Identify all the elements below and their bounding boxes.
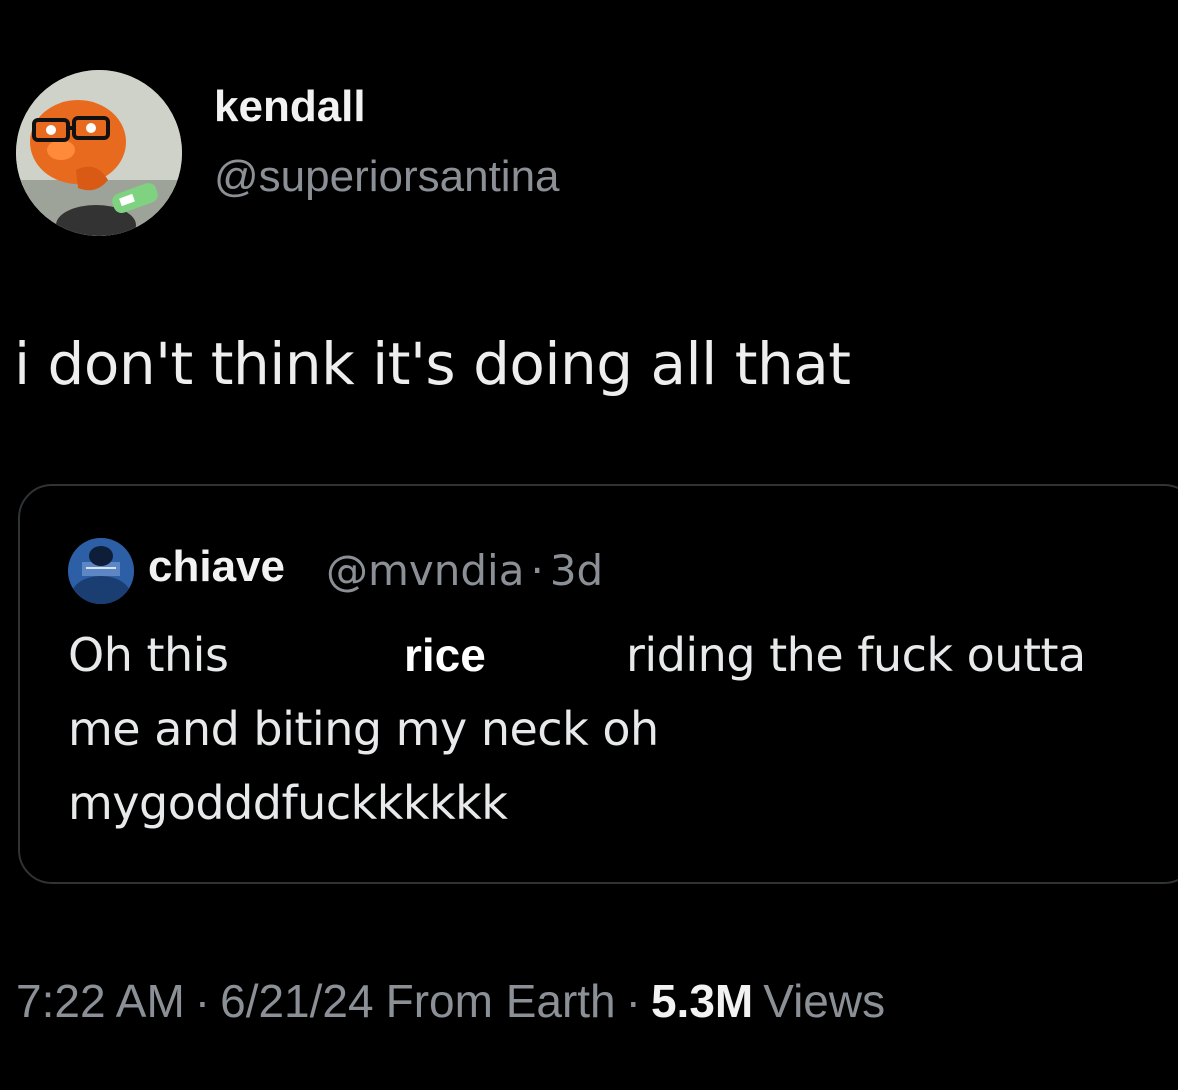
tweet-text: i don't think it's doing all that <box>14 330 851 398</box>
footer-separator: · <box>194 975 211 1027</box>
author-name[interactable]: kendall <box>214 82 366 132</box>
quoted-text-line-2: me and biting my neck oh <box>68 702 659 756</box>
author-avatar[interactable] <box>16 70 182 236</box>
quoted-text-line-3: mygodddfuckkkkkk <box>68 776 508 830</box>
tweet-source: From Earth <box>385 975 616 1027</box>
views-count: 5.3M <box>650 975 754 1027</box>
quoted-author-avatar[interactable] <box>68 538 134 604</box>
author-handle[interactable]: @superiorsantina <box>214 152 560 202</box>
views-label: Views <box>763 975 886 1027</box>
quoted-tweet-age[interactable]: 3d <box>550 546 603 595</box>
tweet-date[interactable]: 6/21/24 <box>220 975 373 1027</box>
footer-separator-2: · <box>625 975 641 1027</box>
meta-separator: · <box>530 546 544 595</box>
tweet-footer-meta: 7:22 AM · 6/21/24 From Earth · 5.3M Views <box>16 974 885 1028</box>
quoted-text-line-1-start: Oh this <box>68 628 229 682</box>
quoted-text-line-1-end: riding the fuck outta <box>626 628 1086 682</box>
avatar-photo-icon <box>68 538 134 604</box>
avatar-illustration-icon <box>16 70 182 236</box>
quoted-meta: @mvndia · 3d <box>326 546 603 595</box>
quoted-author-name[interactable]: chiave <box>148 542 285 592</box>
quoted-author-handle[interactable]: @mvndia <box>326 546 524 595</box>
tweet-time[interactable]: 7:22 AM <box>16 975 185 1027</box>
quoted-inserted-word: rice <box>404 629 486 681</box>
